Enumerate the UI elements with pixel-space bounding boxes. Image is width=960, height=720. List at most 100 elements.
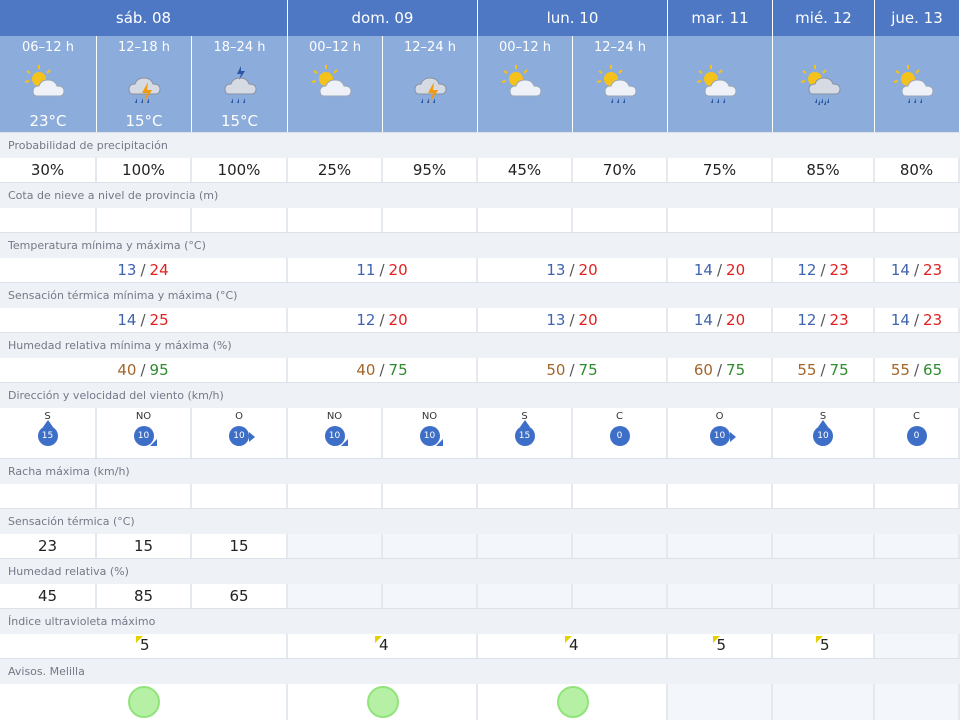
separator: / <box>820 361 826 379</box>
separator: / <box>913 261 920 279</box>
period-cell <box>875 36 960 132</box>
period-temperature: 15°C <box>220 112 259 130</box>
value-cell: 12/23 <box>773 308 875 332</box>
max-value: 95 <box>149 361 169 379</box>
value-cell: 85% <box>773 158 875 182</box>
value-cell <box>478 484 573 508</box>
period-cell: 12–18 h 15°C <box>97 36 192 132</box>
value-cell <box>288 534 383 558</box>
value-cell <box>478 208 573 232</box>
value-cell: 14/20 <box>668 258 773 282</box>
wind-direction-label: NO <box>135 411 152 422</box>
max-value: 23 <box>829 311 849 329</box>
min-value: 13 <box>546 261 566 279</box>
day-header: dom. 09 <box>288 0 478 36</box>
value-cell: 65 <box>192 584 288 608</box>
value-cell <box>773 584 875 608</box>
day-header: sáb. 08 <box>0 0 288 36</box>
min-value: 12 <box>797 261 817 279</box>
value-cell <box>288 584 383 608</box>
row-label: Avisos. Melilla <box>0 658 960 684</box>
value-cell: 14/20 <box>668 308 773 332</box>
value-cell <box>875 634 960 658</box>
separator: / <box>716 361 723 379</box>
value-cell: 55/75 <box>773 358 875 382</box>
period-cell: 06–12 h 23°C <box>0 36 97 132</box>
separator: / <box>379 311 385 329</box>
value-cell: 40/95 <box>0 358 288 382</box>
period-label: 12–18 h <box>118 40 170 55</box>
sun-rain-icon <box>890 62 944 104</box>
value-cell <box>875 534 960 558</box>
value-cell: 14/23 <box>875 258 960 282</box>
min-value: 55 <box>890 361 910 379</box>
value-cell: 14/25 <box>0 308 288 332</box>
max-value: 20 <box>726 261 746 279</box>
value-cell: O 10 <box>668 408 773 458</box>
value-cell: 13/20 <box>478 258 668 282</box>
value-cell <box>383 208 478 232</box>
separator: / <box>820 311 826 329</box>
min-value: 55 <box>797 361 817 379</box>
value-cell: 12/20 <box>288 308 478 332</box>
wind-speed-badge: 15 <box>37 426 58 446</box>
value-cell <box>668 534 773 558</box>
value-cell: 30% <box>0 158 97 182</box>
value-cell: 85 <box>97 584 192 608</box>
separator: / <box>569 311 575 329</box>
max-value: 23 <box>829 261 849 279</box>
day-header: lun. 10 <box>478 0 668 36</box>
value-cell <box>773 484 875 508</box>
value-cell <box>668 584 773 608</box>
wind-arrow-icon <box>42 420 53 427</box>
period-label: 00–12 h <box>499 40 551 55</box>
value-cell <box>573 534 668 558</box>
thunder-rain-icon <box>213 62 267 104</box>
max-value: 23 <box>923 311 943 329</box>
value-cell <box>668 484 773 508</box>
uv-value: 5 <box>820 636 830 654</box>
period-cell: 12–24 h <box>383 36 478 132</box>
min-value: 13 <box>117 261 137 279</box>
value-cell: 70% <box>573 158 668 182</box>
max-value: 20 <box>578 311 598 329</box>
value-cell <box>0 684 288 720</box>
value-cell <box>573 208 668 232</box>
value-cell: NO 10 <box>97 408 192 458</box>
period-label: 12–24 h <box>404 40 456 55</box>
value-cell <box>875 684 960 720</box>
max-value: 24 <box>149 261 169 279</box>
value-cell <box>0 484 97 508</box>
value-cell <box>192 208 288 232</box>
wind-direction-label: C <box>616 411 623 422</box>
value-cell: 55/65 <box>875 358 960 382</box>
value-cell <box>192 484 288 508</box>
separator: / <box>716 311 723 329</box>
value-cell: 4 <box>288 634 478 658</box>
value-cell: 25% <box>288 158 383 182</box>
min-value: 13 <box>546 311 566 329</box>
value-cell <box>478 534 573 558</box>
period-label: 06–12 h <box>22 40 74 55</box>
value-cell: 5 <box>773 634 875 658</box>
wind-arrow-icon <box>249 432 255 442</box>
min-value: 12 <box>356 311 376 329</box>
row-label: Racha máxima (km/h) <box>0 458 960 484</box>
min-value: 14 <box>117 311 137 329</box>
wind-arrow-icon <box>340 439 348 446</box>
wind-direction-label: NO <box>326 411 343 422</box>
separator: / <box>913 311 920 329</box>
period-cell <box>668 36 773 132</box>
value-cell: NO 10 <box>383 408 478 458</box>
min-value: 12 <box>797 311 817 329</box>
wind-arrow-icon <box>818 420 828 427</box>
wind-direction-label: C <box>913 411 920 422</box>
wind-arrow-icon <box>149 439 157 446</box>
value-cell: 100% <box>192 158 288 182</box>
value-cell <box>383 534 478 558</box>
separator: / <box>569 361 575 379</box>
partly-cloudy-icon <box>498 62 552 104</box>
separator: / <box>820 261 826 279</box>
row-label: Dirección y velocidad del viento (km/h) <box>0 382 960 408</box>
wind-direction-label: O <box>235 411 243 422</box>
